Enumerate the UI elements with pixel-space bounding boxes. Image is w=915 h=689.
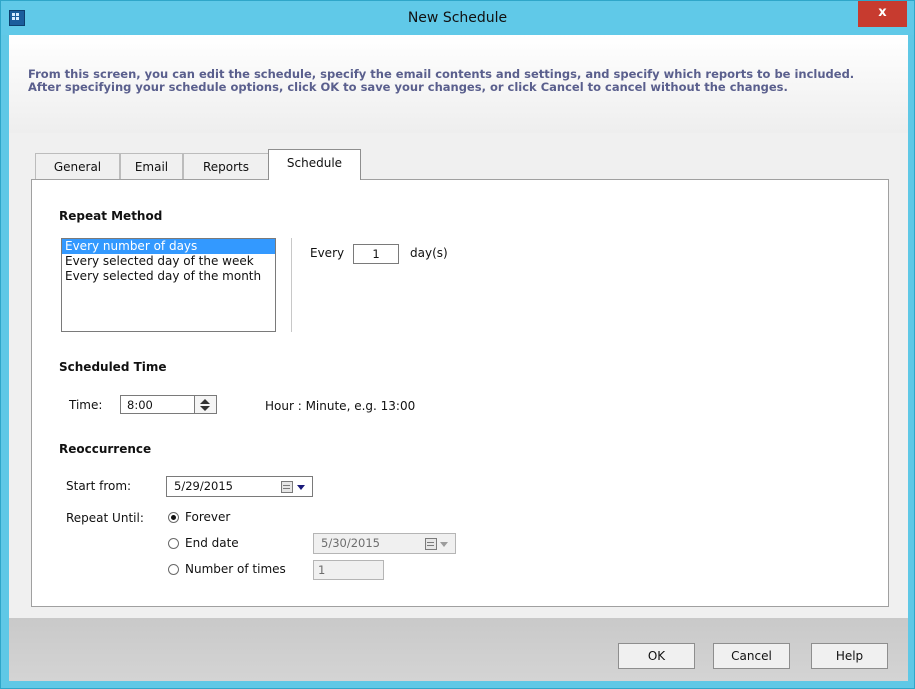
repeat-method-list[interactable]: Every number of days Every selected day … [61, 238, 276, 332]
days-unit-label: day(s) [410, 246, 448, 260]
time-input[interactable]: 8:00 [120, 395, 195, 414]
end-date-radio[interactable] [168, 538, 179, 549]
time-label: Time: [69, 398, 103, 412]
spinner-down-icon[interactable] [200, 406, 210, 411]
repeat-divider [291, 238, 292, 332]
reoccurrence-heading: Reoccurrence [59, 442, 152, 456]
every-days-input[interactable]: 1 [353, 244, 399, 264]
chevron-down-icon[interactable] [440, 542, 448, 547]
repeat-method-heading: Repeat Method [59, 209, 163, 223]
cancel-button[interactable]: Cancel [713, 643, 790, 669]
header-panel: From this screen, you can edit the sched… [9, 35, 908, 134]
tab-schedule[interactable]: Schedule [268, 149, 361, 180]
start-date-value: 5/29/2015 [174, 479, 233, 493]
end-date-picker[interactable]: 5/30/2015 [313, 533, 456, 554]
calendar-icon[interactable] [425, 538, 437, 550]
help-button[interactable]: Help [811, 643, 888, 669]
window-title: New Schedule [407, 10, 508, 26]
every-label: Every [310, 246, 345, 260]
tab-general[interactable]: General [35, 153, 120, 179]
end-date-label[interactable]: End date [185, 536, 239, 550]
start-from-label: Start from: [66, 479, 132, 493]
new-schedule-dialog: New Schedule x From this screen, you can… [0, 0, 915, 689]
number-of-times-input[interactable]: 1 [313, 560, 384, 580]
repeat-until-label: Repeat Until: [66, 511, 144, 525]
time-spinner[interactable] [194, 395, 217, 414]
title-bar[interactable]: New Schedule x [1, 1, 914, 35]
tab-email[interactable]: Email [120, 153, 183, 179]
close-button[interactable]: x [858, 1, 907, 27]
repeat-option-day-of-week[interactable]: Every selected day of the week [62, 254, 275, 269]
header-description: From this screen, you can edit the sched… [28, 67, 855, 94]
tab-reports[interactable]: Reports [183, 153, 269, 179]
ok-button[interactable]: OK [618, 643, 695, 669]
calendar-icon[interactable] [281, 481, 293, 493]
repeat-option-day-of-month[interactable]: Every selected day of the month [62, 269, 275, 284]
repeat-option-every-days[interactable]: Every number of days [62, 239, 275, 254]
spinner-up-icon[interactable] [200, 399, 210, 404]
number-of-times-radio[interactable] [168, 564, 179, 575]
time-format-hint: Hour : Minute, e.g. 13:00 [265, 399, 416, 413]
forever-label[interactable]: Forever [185, 510, 230, 524]
forever-radio[interactable] [168, 512, 179, 523]
number-of-times-label[interactable]: Number of times [185, 562, 286, 576]
chevron-down-icon[interactable] [297, 485, 305, 490]
scheduled-time-heading: Scheduled Time [59, 360, 167, 374]
end-date-value: 5/30/2015 [321, 536, 380, 550]
start-date-picker[interactable]: 5/29/2015 [166, 476, 313, 497]
